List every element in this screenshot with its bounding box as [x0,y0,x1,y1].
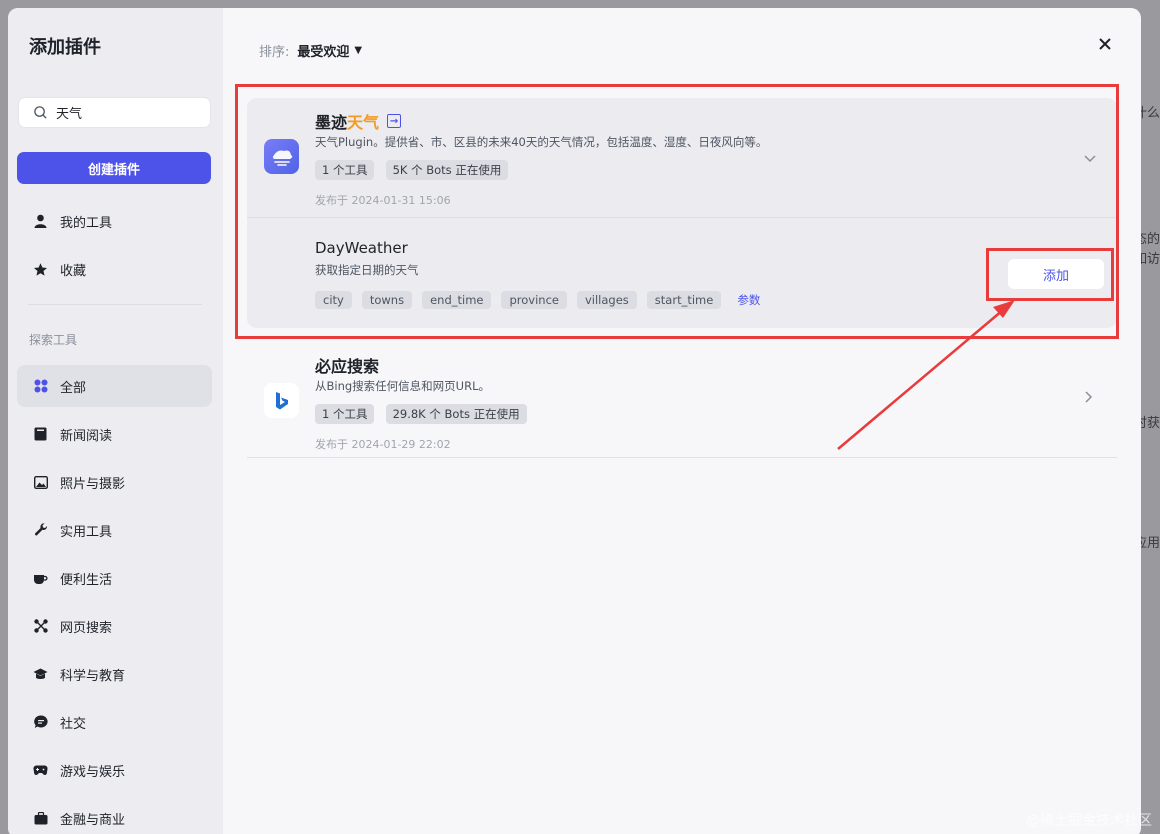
image-icon [33,475,48,490]
publish-date: 发布于 2024-01-29 22:02 [315,438,451,451]
sidebar-item-label: 便利生活 [60,572,113,588]
sort-value: 最受欢迎 [297,45,350,60]
sidebar-item-label: 新闻阅读 [60,428,113,444]
modal-title: 添加插件 [29,37,101,58]
chat-icon [33,715,48,730]
book-icon [33,427,48,442]
sidebar-item-label: 网页搜索 [60,620,113,636]
graduation-cap-icon [33,667,48,682]
plugin-list-panel: 排序: 最受欢迎 ▼ 墨迹 天气 → 天气Plugin。提供省、市、区县的未来40… [223,8,1141,834]
sidebar-item-label: 社交 [60,716,87,732]
close-icon [1099,38,1111,50]
sidebar-item-label: 金融与商业 [60,812,126,828]
sidebar-item-photography[interactable]: 照片与摄影 [17,461,212,503]
close-button[interactable] [1095,34,1115,54]
sidebar-item-label: 游戏与娱乐 [60,764,126,780]
watermark: @稀土掘金技术社区 [1026,813,1152,829]
sidebar-item-finance[interactable]: 金融与商业 [17,797,212,834]
star-icon [33,262,48,277]
sidebar-section-label: 探索工具 [29,333,78,347]
person-icon [33,214,48,229]
sidebar-item-social[interactable]: 社交 [17,701,212,743]
gamepad-icon [33,763,48,778]
sidebar-item-label: 照片与摄影 [60,476,126,492]
sidebar-item-label: 我的工具 [60,215,113,231]
wrench-icon [33,523,48,538]
tool-count-tag: 1 个工具 [315,404,375,424]
bots-usage-tag: 29.8K 个 Bots 正在使用 [385,404,527,424]
briefcase-icon [33,811,48,826]
sidebar-item-label: 科学与教育 [60,668,126,684]
sidebar-item-utilities[interactable]: 实用工具 [17,509,212,551]
sidebar-item-lifestyle[interactable]: 便利生活 [17,557,212,599]
plugin-description: 从Bing搜索任何信息和网页URL。 [315,379,490,393]
create-plugin-button[interactable]: 创建插件 [17,152,211,184]
sidebar-item-all[interactable]: 全部 [17,365,212,407]
sidebar-item-games[interactable]: 游戏与娱乐 [17,749,212,791]
search-input[interactable] [56,105,206,120]
chevron-right-icon[interactable] [1081,390,1095,404]
cup-icon [33,571,48,586]
add-plugin-modal: 添加插件 创建插件 我的工具 收藏 探索工具 全部 新闻阅读 照片与摄影 [8,8,1141,834]
sidebar-item-label: 收藏 [60,263,87,279]
plugin-name[interactable]: 必应搜索 [315,353,379,377]
grid-icon [33,379,48,394]
sidebar-item-web-search[interactable]: 网页搜索 [17,605,212,647]
plugin-card-bing-search[interactable]: 必应搜索 从Bing搜索任何信息和网页URL。 1 个工具 29.8K 个 Bo… [247,342,1117,458]
sidebar-item-label: 全部 [60,380,87,396]
sidebar-divider [28,304,202,305]
sidebar-item-label: 实用工具 [60,524,113,540]
sort-label: 排序: [259,45,290,60]
sidebar-item-news[interactable]: 新闻阅读 [17,413,212,455]
sidebar: 添加插件 创建插件 我的工具 收藏 探索工具 全部 新闻阅读 照片与摄影 [8,8,223,834]
plugin-tags: 1 个工具 29.8K 个 Bots 正在使用 [315,403,533,424]
sidebar-item-science-education[interactable]: 科学与教育 [17,653,212,695]
search-icon [34,106,47,119]
annotation-add-button-box [986,248,1114,301]
sort-selector[interactable]: 排序: 最受欢迎 ▼ [259,41,362,60]
bing-logo-icon [264,383,299,418]
sidebar-item-favorites[interactable]: 收藏 [17,248,212,290]
network-icon [33,619,48,634]
search-box[interactable] [18,97,211,128]
caret-down-icon: ▼ [354,45,363,56]
sidebar-item-my-tools[interactable]: 我的工具 [17,200,212,242]
